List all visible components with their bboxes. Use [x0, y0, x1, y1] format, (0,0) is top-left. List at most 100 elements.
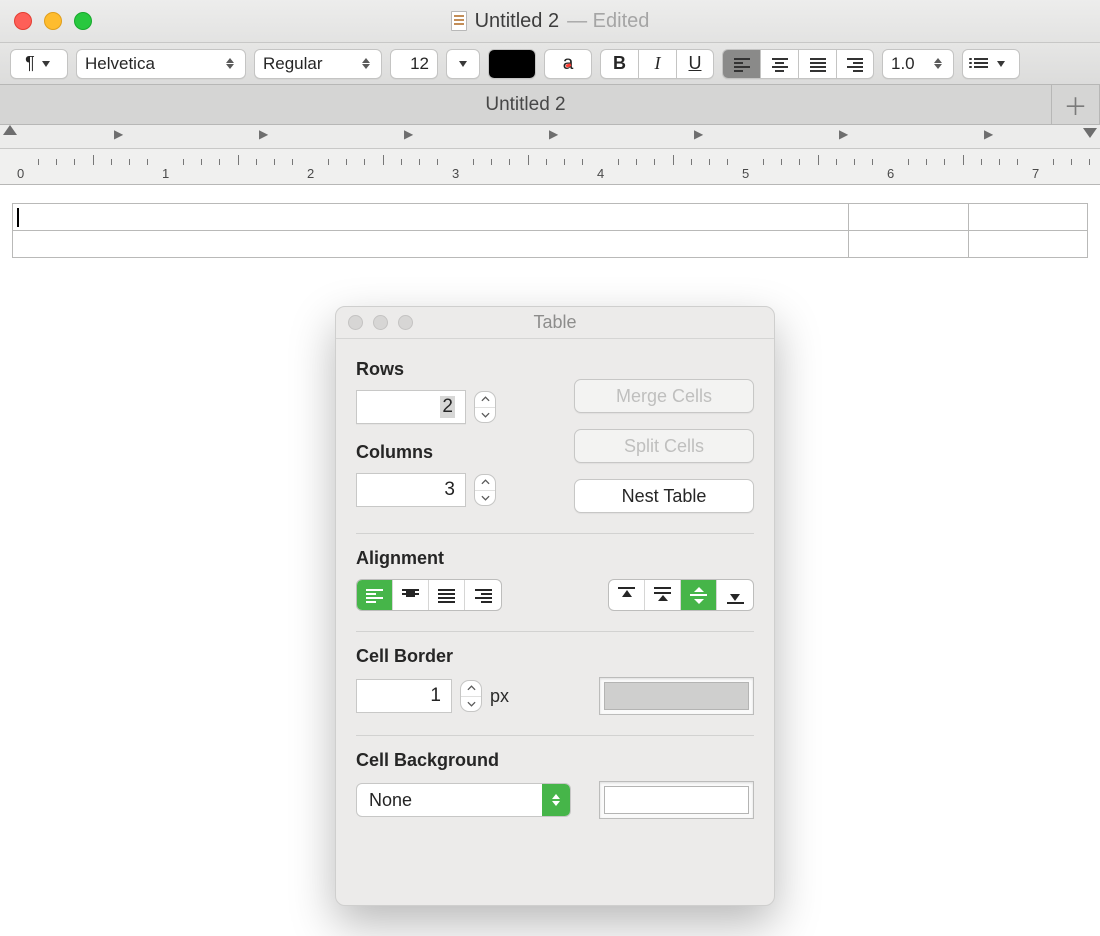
columns-value: 3	[444, 479, 455, 501]
background-color-well[interactable]	[599, 781, 754, 819]
align-justify-icon	[810, 58, 826, 70]
ruler-label: 0	[17, 166, 24, 181]
rows-stepper[interactable]	[474, 391, 496, 423]
rows-field[interactable]: 2	[356, 390, 466, 424]
first-line-indent-marker[interactable]	[3, 125, 17, 135]
table-cell[interactable]	[968, 204, 1087, 231]
table-cell[interactable]	[849, 204, 968, 231]
rows-step-down[interactable]	[475, 408, 495, 423]
ruler-label: 7	[1032, 166, 1039, 181]
border-step-up[interactable]	[461, 681, 481, 697]
italic-button[interactable]: I	[638, 49, 676, 79]
right-indent-marker[interactable]	[1083, 128, 1097, 138]
font-family-value: Helvetica	[85, 54, 155, 74]
align-center-icon	[772, 58, 788, 70]
border-width-stepper[interactable]	[460, 680, 482, 712]
color-black-icon	[489, 50, 535, 78]
columns-step-down[interactable]	[475, 491, 495, 506]
text-color-swatch[interactable]	[488, 49, 536, 79]
cell-valign-top-button[interactable]	[609, 580, 645, 610]
font-style-select[interactable]: Regular	[254, 49, 382, 79]
cell-valign-bottom-button[interactable]	[717, 580, 753, 610]
ruler-label: 4	[597, 166, 604, 181]
window-titlebar: Untitled 2 — Edited	[0, 0, 1100, 43]
border-color-swatch	[604, 682, 749, 710]
close-window-button[interactable]	[14, 12, 32, 30]
font-family-select[interactable]: Helvetica	[76, 49, 246, 79]
rows-columns-section: Rows 2 Columns 3	[356, 353, 754, 534]
table-cell[interactable]	[849, 231, 968, 258]
text-cursor	[17, 208, 19, 227]
background-color-swatch	[604, 786, 749, 814]
updown-caret-icon	[931, 58, 945, 69]
border-unit-label: px	[490, 686, 509, 707]
zoom-window-button[interactable]	[74, 12, 92, 30]
border-color-well[interactable]	[599, 677, 754, 715]
horizontal-align-segment	[356, 579, 502, 611]
updown-caret-icon	[542, 784, 570, 816]
table-row[interactable]	[13, 204, 1088, 231]
columns-stepper[interactable]	[474, 474, 496, 506]
cell-valign-middle-button[interactable]	[681, 580, 717, 610]
table-row[interactable]	[13, 231, 1088, 258]
panel-titlebar[interactable]: Table	[336, 307, 774, 339]
background-fill-select[interactable]: None	[356, 783, 571, 817]
cell-valign-top-baseline-button[interactable]	[645, 580, 681, 610]
table-cell[interactable]	[968, 231, 1087, 258]
ruler-label: 6	[887, 166, 894, 181]
align-right-button[interactable]	[836, 49, 874, 79]
underline-button[interactable]: U	[676, 49, 714, 79]
rows-value: 2	[440, 396, 455, 418]
table-cell[interactable]	[13, 204, 849, 231]
columns-step-up[interactable]	[475, 475, 495, 491]
minimize-window-button[interactable]	[44, 12, 62, 30]
strikethrough-color-button[interactable]: a	[544, 49, 592, 79]
valign-topbaseline-icon	[654, 587, 671, 604]
window-edit-status: Edited	[593, 10, 650, 32]
horizontal-ruler[interactable]: 01234567	[0, 149, 1100, 185]
ruler-label: 3	[452, 166, 459, 181]
cell-align-center-button[interactable]	[393, 580, 429, 610]
background-fill-value: None	[369, 790, 412, 811]
align-center-button[interactable]	[760, 49, 798, 79]
align-right-icon	[847, 58, 863, 70]
valign-middle-icon	[690, 587, 707, 604]
border-step-down[interactable]	[461, 697, 481, 712]
inserted-table[interactable]	[12, 203, 1088, 258]
cell-border-section: Cell Border 1 px	[356, 632, 754, 736]
bold-button[interactable]: B	[600, 49, 638, 79]
font-size-stepper[interactable]	[446, 49, 480, 79]
panel-title: Table	[336, 312, 774, 333]
table-cell[interactable]	[13, 231, 849, 258]
align-left-button[interactable]	[722, 49, 760, 79]
cell-align-justify-button[interactable]	[429, 580, 465, 610]
align-justify-button[interactable]	[798, 49, 836, 79]
document-tabstrip: Untitled 2 ＋	[0, 85, 1100, 125]
valign-bottom-icon	[727, 587, 744, 604]
new-tab-button[interactable]: ＋	[1052, 85, 1100, 124]
cell-align-left-button[interactable]	[357, 580, 393, 610]
merge-cells-button[interactable]: Merge Cells	[574, 379, 754, 413]
rows-step-up[interactable]	[475, 392, 495, 408]
columns-field[interactable]: 3	[356, 473, 466, 507]
ruler-label: 5	[742, 166, 749, 181]
border-width-field[interactable]: 1	[356, 679, 452, 713]
cell-align-right-button[interactable]	[465, 580, 501, 610]
list-style-menu[interactable]	[962, 49, 1020, 79]
cell-background-label: Cell Background	[356, 750, 754, 771]
format-toolbar: ¶ Helvetica Regular 12 a B I U	[0, 43, 1100, 85]
align-left-icon	[734, 58, 750, 70]
document-icon	[451, 11, 467, 31]
line-spacing-select[interactable]: 1.0	[882, 49, 954, 79]
document-tab[interactable]: Untitled 2	[0, 85, 1052, 124]
nest-table-button[interactable]: Nest Table	[574, 479, 754, 513]
valign-top-icon	[618, 587, 635, 604]
tab-stops-bar[interactable]	[0, 125, 1100, 149]
paragraph-style-menu[interactable]: ¶	[10, 49, 68, 79]
font-size-field[interactable]: 12	[390, 49, 438, 79]
align-justify-icon	[438, 589, 455, 602]
border-width-value: 1	[430, 685, 441, 707]
chevron-down-icon	[456, 61, 470, 67]
alignment-section: Alignment	[356, 534, 754, 632]
split-cells-button[interactable]: Split Cells	[574, 429, 754, 463]
